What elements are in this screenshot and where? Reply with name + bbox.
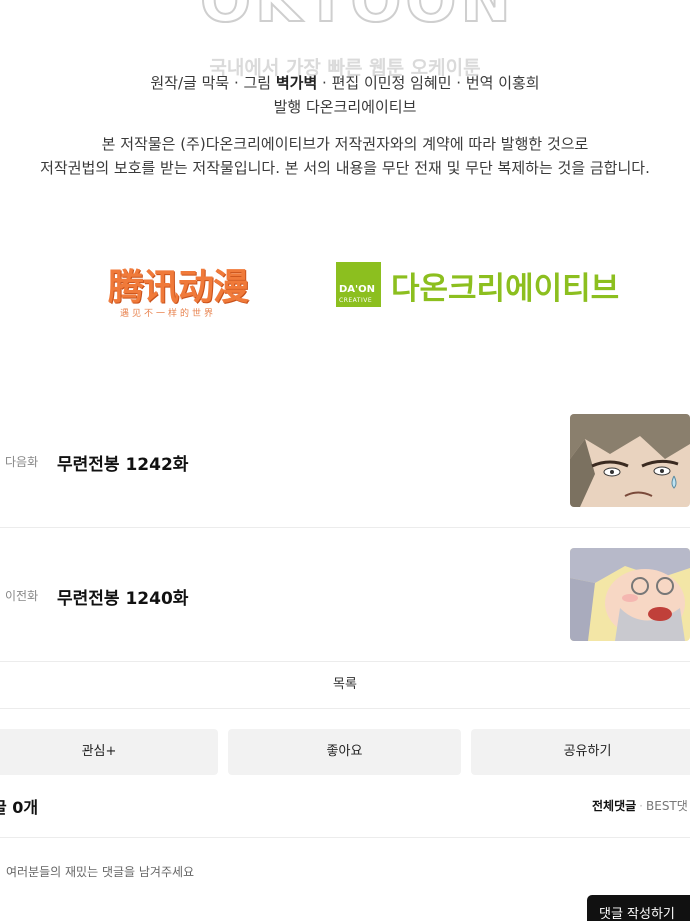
tencent-comics-logo: 腾讯动漫 遇见不一样的世界	[108, 258, 268, 320]
page: OKTOON 국내에서 가장 빠른 웹툰 오케이툰 원작/글 막묵 · 그림 벽…	[0, 0, 690, 921]
previous-episode-thumbnail	[570, 548, 690, 641]
daon-logo-name: 다온크리에이티브	[391, 271, 620, 307]
episode-list-button[interactable]: 목록	[0, 662, 690, 709]
next-episode-link[interactable]: 다음화 무련전봉 1242화	[0, 394, 690, 528]
action-buttons: 관심+ 좋아요 공유하기	[0, 729, 690, 775]
comments-header: 글 0개 전체댓글·BEST댓	[0, 788, 690, 838]
comment-input-placeholder[interactable]: 여러분들의 재밌는 댓글을 남겨주세요	[6, 863, 194, 880]
sort-all-comments-tab[interactable]: 전체댓글	[592, 799, 636, 813]
sort-best-comments-tab[interactable]: BEST댓	[646, 799, 688, 813]
like-button[interactable]: 좋아요	[228, 729, 461, 775]
sort-separator: ·	[639, 799, 643, 813]
daon-mark-subtext: CREATIVE	[339, 297, 373, 304]
next-episode-tag: 다음화	[5, 455, 39, 469]
daon-logo-mark: DA'ON CREATIVE	[336, 262, 381, 307]
credits-artist: 벽가벽	[275, 74, 318, 92]
next-episode-thumbnail	[570, 414, 690, 507]
credits-prefix: 원작/글 막묵 · 그림	[150, 74, 276, 92]
watermark-logo: OKTOON	[199, 0, 515, 37]
next-episode-title: 무련전봉 1242화	[57, 455, 189, 475]
daon-creative-logo: DA'ON CREATIVE 다온크리에이티브	[336, 262, 646, 310]
previous-episode-title: 무련전봉 1240화	[57, 589, 189, 609]
write-comment-button[interactable]: 댓글 작성하기	[587, 895, 690, 921]
tencent-logo-subtext: 遇见不一样的世界	[120, 309, 217, 319]
credits-suffix: · 편집 이민정 임혜민 · 번역 이홍희	[317, 74, 540, 92]
tencent-logo-text: 腾讯动漫	[108, 267, 249, 308]
favorite-button[interactable]: 관심+	[0, 729, 218, 775]
share-button[interactable]: 공유하기	[471, 729, 690, 775]
comment-count: 글 0개	[0, 798, 39, 817]
credits-line: 원작/글 막묵 · 그림 벽가벽 · 편집 이민정 임혜민 · 번역 이홍희	[0, 72, 690, 93]
daon-mark-text: DA'ON	[339, 284, 375, 295]
publisher-line: 발행 다온크리에이티브	[273, 98, 417, 116]
copyright-notice-line2: 저작권법의 보호를 받는 저작물입니다. 본 서의 내용을 무단 전재 및 무단…	[40, 159, 650, 177]
comment-sort-tabs: 전체댓글 · BEST댓	[592, 797, 688, 814]
previous-episode-tag: 이전화	[5, 589, 39, 603]
previous-episode-link[interactable]: 이전화 무련전봉 1240화	[0, 528, 690, 662]
copyright-notice-line1: 본 저작물은 (주)다온크리에이티브가 저작권자와의 계약에 따라 발행한 것으…	[101, 135, 589, 153]
